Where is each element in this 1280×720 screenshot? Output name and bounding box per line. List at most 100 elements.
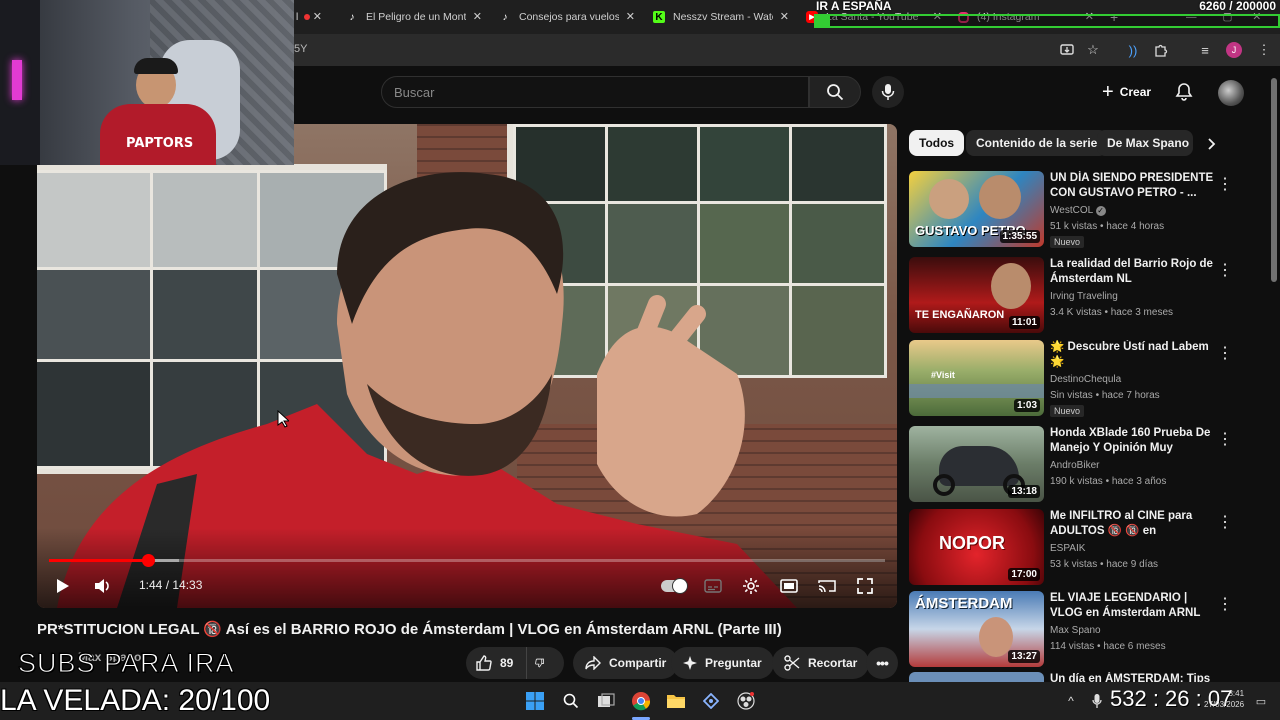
system-date: 27/03/2026 (1204, 700, 1245, 709)
clip-label: Recortar (808, 656, 858, 670)
recommendation-meta: Sin vistas • hace 7 horas (1050, 390, 1160, 401)
tab-label: Consejos para vuelos d (519, 11, 619, 23)
browser-menu-icon[interactable]: ⋮ (1256, 42, 1272, 58)
dislike-button[interactable] (526, 647, 564, 679)
verified-icon: ✓ (1095, 206, 1106, 216)
chip-todos[interactable]: Todos (909, 130, 965, 156)
video-thumbnail[interactable]: GUSTAVO PETRO 1:35:55 (909, 171, 1044, 247)
recommendation-item[interactable]: GUSTAVO PETRO 1:35:55 UN DÍA SIENDO PRES… (909, 171, 1239, 249)
settings-button[interactable] (737, 574, 765, 598)
recommendation-item[interactable]: 13:18 Honda XBlade 160 Prueba De Manejo … (909, 426, 1239, 504)
clip-button[interactable]: Recortar (772, 647, 870, 679)
autoplay-toggle[interactable] (659, 574, 689, 598)
page-scrollbar[interactable] (1270, 70, 1278, 682)
share-icon (585, 656, 601, 670)
recommendation-title: 🌟 Descubre Ústí nad Labem 🌟 (1050, 341, 1209, 368)
recommendation-item[interactable]: NOPOR 17:00 Me INFILTRO al CINE para ADU… (909, 509, 1239, 587)
recommendation-title: Un día en ÁMSTERDAM: Tips (1050, 673, 1211, 682)
media-control-icon[interactable]: ≡ (1197, 42, 1213, 58)
subs-goal-overlay: SUBS PARA IRA (18, 648, 235, 679)
theater-icon (780, 579, 798, 593)
cast-button[interactable] (813, 574, 841, 598)
recommendation-title: Me INFILTRO al CINE para ADULTOS 🔞 🔞 en … (1050, 510, 1193, 537)
more-vertical-icon[interactable]: ⋮ (1217, 175, 1233, 193)
microphone-tray-icon[interactable] (1086, 690, 1108, 712)
subtitles-button[interactable] (699, 574, 727, 598)
video-thumbnail[interactable] (909, 672, 1044, 682)
file-explorer-icon[interactable] (665, 690, 687, 712)
duration-badge: 1:03 (1013, 399, 1040, 412)
close-icon[interactable]: ✕ (313, 10, 322, 23)
video-thumbnail[interactable]: #Visit 1:03 (909, 340, 1044, 416)
scissors-icon (784, 655, 800, 671)
profile-avatar-icon[interactable]: J (1226, 42, 1242, 58)
more-actions-button[interactable]: ••• (866, 647, 898, 679)
video-thumbnail[interactable]: 13:18 (909, 426, 1044, 502)
recommendation-channel: Max Spano (1050, 625, 1101, 636)
volume-button[interactable] (89, 574, 117, 598)
new-badge: Nuevo (1050, 405, 1085, 417)
notification-center-icon[interactable]: ▭ (1250, 690, 1272, 712)
browser-tab[interactable]: ♪ Consejos para vuelos d ✕ (499, 4, 636, 30)
create-label: Crear (1119, 85, 1152, 99)
duration-badge: 13:27 (1008, 650, 1040, 663)
like-button[interactable]: 89 (466, 647, 526, 679)
chips-next-button[interactable] (1200, 133, 1224, 155)
seek-bar[interactable] (49, 554, 885, 567)
more-vertical-icon[interactable]: ⋮ (1217, 344, 1233, 362)
chrome-icon[interactable] (630, 690, 652, 712)
recommendation-item[interactable]: ÁMSTERDAM 13:27 EL VIAJE LEGENDARIO | VL… (909, 591, 1239, 669)
browser-tab[interactable]: K Nesszv Stream - Watch ✕ (653, 4, 789, 30)
scrollbar-thumb[interactable] (1271, 78, 1277, 282)
search-box[interactable] (381, 76, 809, 108)
more-vertical-icon[interactable]: ⋮ (1217, 430, 1233, 448)
ask-button[interactable]: Preguntar (671, 647, 774, 679)
browser-tab[interactable]: ♪ El Peligro de un Monta ✕ (346, 4, 483, 30)
app-launcher-icon[interactable] (700, 690, 722, 712)
create-button[interactable]: + Crear (1092, 78, 1161, 106)
close-icon[interactable]: ✕ (626, 10, 635, 23)
system-time: 3:41 (1228, 689, 1245, 698)
obs-icon[interactable] (735, 690, 757, 712)
task-view-icon[interactable] (595, 690, 617, 712)
windows-start-icon[interactable] (524, 690, 546, 712)
cast-icon (818, 580, 836, 593)
thumbnail-text: #Visit (931, 370, 955, 380)
url-text[interactable]: 5Y (294, 43, 307, 55)
streamer-webcam: PAPTORS (0, 0, 294, 165)
browser-tab-partial[interactable]: l ✕ (296, 4, 326, 30)
more-vertical-icon[interactable]: ⋮ (1217, 261, 1233, 279)
share-button[interactable]: Compartir (573, 647, 679, 679)
chip-series[interactable]: Contenido de la serie (966, 130, 1108, 156)
voice-search-button[interactable] (872, 76, 904, 108)
chip-channel[interactable]: De Max Spano (1097, 130, 1193, 156)
bookmark-star-icon[interactable]: ☆ (1085, 42, 1101, 58)
video-thumbnail[interactable]: NOPOR 17:00 (909, 509, 1044, 585)
close-icon[interactable]: ✕ (473, 10, 482, 23)
more-vertical-icon[interactable]: ⋮ (1217, 513, 1233, 531)
theater-mode-button[interactable] (775, 574, 803, 598)
fullscreen-button[interactable] (851, 574, 879, 598)
play-button[interactable] (49, 574, 77, 598)
recommendation-item[interactable]: TE ENGAÑARON 11:01 La realidad del Barri… (909, 257, 1239, 335)
extensions-puzzle-icon[interactable] (1153, 42, 1169, 58)
duration-badge: 13:18 (1008, 485, 1040, 498)
recommendation-item[interactable]: #Visit 1:03 🌟 Descubre Ústí nad Labem 🌟 … (909, 340, 1239, 418)
video-thumbnail[interactable]: TE ENGAÑARON 11:01 (909, 257, 1044, 333)
recommendation-meta: 190 k vistas • hace 3 años (1050, 476, 1167, 487)
account-avatar[interactable] (1218, 80, 1244, 106)
more-vertical-icon[interactable]: ⋮ (1217, 595, 1233, 613)
video-player[interactable]: 1:44 / 14:33 (37, 124, 897, 608)
tray-expand-icon[interactable]: ^ (1060, 690, 1082, 712)
recommendation-item[interactable]: Un día en ÁMSTERDAM: Tips (909, 672, 1239, 682)
close-icon[interactable]: ✕ (780, 10, 789, 23)
extension-audio-icon[interactable]: )) (1125, 42, 1141, 58)
search-input[interactable] (382, 77, 808, 107)
install-app-icon[interactable] (1059, 42, 1075, 58)
play-icon (57, 579, 69, 593)
taskbar-search-icon[interactable] (560, 690, 582, 712)
notifications-button[interactable] (1172, 80, 1196, 104)
goal-title: IR A ESPAÑA (816, 0, 892, 13)
search-button[interactable] (809, 76, 861, 108)
video-thumbnail[interactable]: ÁMSTERDAM 13:27 (909, 591, 1044, 667)
